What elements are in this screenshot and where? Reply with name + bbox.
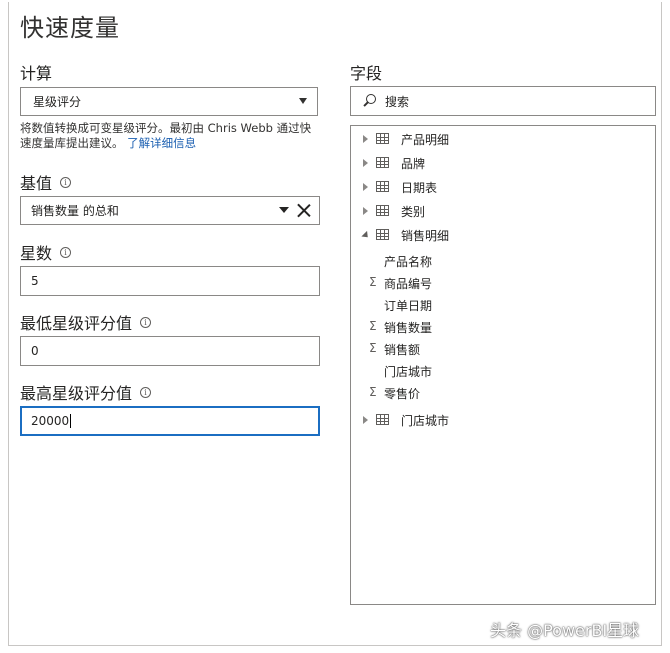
chevron-down-icon[interactable] xyxy=(361,230,371,241)
chevron-right-icon[interactable] xyxy=(363,416,368,424)
max-rating-input[interactable]: 20000 xyxy=(20,406,320,436)
table-icon xyxy=(376,414,389,425)
star-count-input[interactable]: 5 xyxy=(20,266,320,296)
min-rating-label-text: 最低星级评分值 xyxy=(20,314,133,333)
star-count-value: 5 xyxy=(31,274,39,288)
calculation-selected-value: 星级评分 xyxy=(33,95,82,109)
table-label: 类别 xyxy=(401,205,426,219)
max-rating-label-text: 最高星级评分值 xyxy=(20,384,133,403)
table-label: 销售明细 xyxy=(401,229,450,243)
chevron-right-icon[interactable] xyxy=(363,183,368,191)
star-count-label: 星数 i xyxy=(20,240,72,264)
chevron-right-icon[interactable] xyxy=(363,207,368,215)
base-value-field[interactable]: 销售数量 的总和 xyxy=(20,196,320,225)
close-icon[interactable] xyxy=(297,203,311,217)
info-icon[interactable]: i xyxy=(140,316,152,328)
table-icon xyxy=(376,133,389,144)
table-label: 日期表 xyxy=(401,181,438,195)
watermark: 头条 @PowerBI星球 xyxy=(490,621,640,640)
sigma-icon: Σ xyxy=(369,385,377,399)
search-placeholder: 搜索 xyxy=(385,94,410,109)
base-value-label-text: 基值 xyxy=(20,174,53,193)
calculation-dropdown[interactable]: 星级评分 xyxy=(20,87,318,116)
table-icon xyxy=(376,181,389,192)
field-label: 零售价 xyxy=(384,387,421,401)
table-label: 品牌 xyxy=(401,157,426,171)
fields-tree: 产品明细 品牌 日期表 类别 销售明细 产品名称 Σ 商品编号 订单日期 Σ 销… xyxy=(350,125,656,605)
fields-label: 字段 xyxy=(350,64,383,83)
search-icon xyxy=(363,94,377,108)
table-icon xyxy=(376,229,389,240)
max-rating-label: 最高星级评分值 i xyxy=(20,380,152,404)
chevron-down-icon[interactable] xyxy=(279,207,289,213)
table-label: 产品明细 xyxy=(401,133,450,147)
dialog-title: 快速度量 xyxy=(20,14,120,42)
field-label: 门店城市 xyxy=(384,365,433,379)
table-icon xyxy=(376,157,389,168)
table-label: 门店城市 xyxy=(401,414,450,428)
field-label: 销售数量 xyxy=(384,321,433,335)
table-icon xyxy=(376,205,389,216)
sigma-icon: Σ xyxy=(369,319,377,333)
text-cursor xyxy=(70,414,72,428)
min-rating-label: 最低星级评分值 i xyxy=(20,310,152,334)
star-count-label-text: 星数 xyxy=(20,244,53,263)
info-icon[interactable]: i xyxy=(140,386,152,398)
max-rating-value: 20000 xyxy=(31,414,70,428)
base-value-label: 基值 i xyxy=(20,170,72,194)
chevron-down-icon xyxy=(299,98,307,104)
field-label: 产品名称 xyxy=(384,255,433,269)
fields-search-input[interactable]: 搜索 xyxy=(350,86,656,116)
sigma-icon: Σ xyxy=(369,275,377,289)
field-label: 订单日期 xyxy=(384,299,433,313)
base-value-text: 销售数量 的总和 xyxy=(31,204,119,218)
calculation-label-text: 计算 xyxy=(20,64,53,83)
chevron-right-icon[interactable] xyxy=(363,159,368,167)
info-icon[interactable]: i xyxy=(60,246,72,258)
field-label: 商品编号 xyxy=(384,277,433,291)
field-label: 销售额 xyxy=(384,343,421,357)
info-icon[interactable]: i xyxy=(60,176,72,188)
chevron-right-icon[interactable] xyxy=(363,135,368,143)
sigma-icon: Σ xyxy=(369,341,377,355)
min-rating-value: 0 xyxy=(31,344,39,358)
calculation-label: 计算 xyxy=(20,60,52,84)
min-rating-input[interactable]: 0 xyxy=(20,336,320,366)
learn-more-link[interactable]: 了解详细信息 xyxy=(127,136,196,150)
calculation-description: 将数值转换成可变星级评分。最初由 Chris Webb 通过快速度量库提出建议。… xyxy=(20,121,320,151)
